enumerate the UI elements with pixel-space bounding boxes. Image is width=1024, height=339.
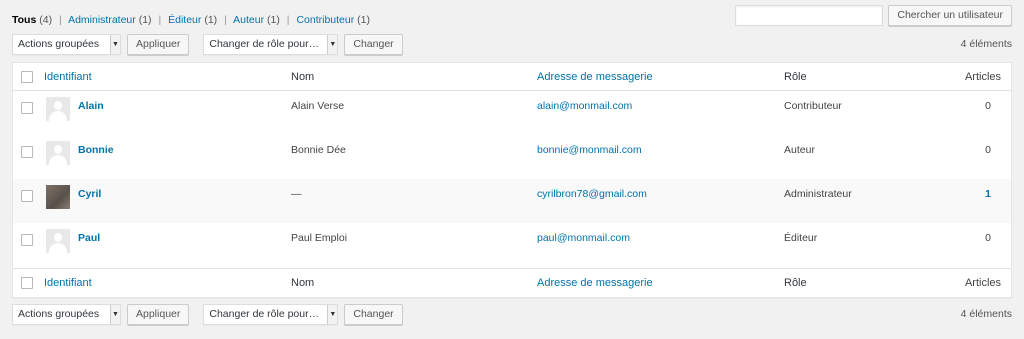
user-posts-count: 0 [985,232,991,244]
filter-editor[interactable]: Éditeur [168,14,201,26]
row-checkbox[interactable] [21,190,33,202]
table-row: Cyril — cyrilbron78@gmail.com Administra… [13,179,1011,223]
username-link[interactable]: Alain [78,100,104,112]
filter-author[interactable]: Auteur [233,14,264,26]
column-username-sort[interactable]: Identifiant [44,277,92,289]
table-row: Paul Paul Emploi paul@monmail.com Éditeu… [13,223,1011,267]
row-checkbox[interactable] [21,146,33,158]
table-row: Alain Alain Verse alain@monmail.com Cont… [13,91,1011,135]
table-row: Bonnie Bonnie Dée bonnie@monmail.com Aut… [13,135,1011,179]
filter-separator: | [286,14,290,26]
filter-administrator-count: (1) [138,14,152,26]
filter-editor-count: (1) [204,14,218,26]
chevron-down-icon: ▼ [327,304,338,324]
chevron-down-icon: ▼ [110,34,120,54]
username-link[interactable]: Bonnie [78,144,114,156]
user-posts-link[interactable]: 1 [985,188,991,200]
filter-separator: | [158,14,162,26]
change-role-select[interactable]: Changer de rôle pour… ▼ [203,303,339,325]
user-email-link[interactable]: paul@monmail.com [537,232,630,244]
tablenav-top: Actions groupées ▼ Appliquer Changer de … [12,33,1012,55]
user-posts-count: 0 [985,144,991,156]
select-all-checkbox[interactable] [21,277,33,289]
user-role: Contributeur [784,100,842,112]
bulk-actions-selected: Actions groupées [18,308,100,320]
bulk-actions-select[interactable]: Actions groupées ▼ [12,33,121,55]
column-name: Nom [291,71,315,83]
column-name: Nom [291,277,315,289]
apply-button[interactable]: Appliquer [127,33,190,55]
column-username-sort[interactable]: Identifiant [44,71,92,83]
filter-author-count: (1) [267,14,280,26]
user-posts-count: 0 [985,100,991,112]
username-link[interactable]: Cyril [78,188,101,200]
photo-avatar-icon [46,185,70,209]
bulk-actions-select[interactable]: Actions groupées ▼ [12,303,121,325]
user-name: — [291,188,302,200]
filter-contributor-count: (1) [357,14,370,26]
user-role: Éditeur [784,232,818,244]
default-avatar-icon [46,229,70,253]
column-posts: Articles [964,277,1001,289]
tablenav-bottom: Actions groupées ▼ Appliquer Changer de … [12,303,1012,325]
item-count: 4 éléments [960,308,1012,320]
username-link[interactable]: Paul [78,232,100,244]
row-checkbox[interactable] [21,102,33,114]
filter-all[interactable]: Tous [12,14,36,26]
chevron-down-icon: ▼ [327,34,338,54]
change-role-select[interactable]: Changer de rôle pour… ▼ [203,33,339,55]
column-email-sort[interactable]: Adresse de messagerie [537,71,653,83]
users-table: Identifiant Nom Adresse de messagerie Rô… [12,62,1012,298]
column-email-sort[interactable]: Adresse de messagerie [537,277,653,289]
column-role: Rôle [784,277,807,289]
table-footer-row: Identifiant Nom Adresse de messagerie Rô… [13,268,1011,297]
search-users-button[interactable]: Chercher un utilisateur [888,5,1012,26]
user-name: Paul Emploi [291,232,348,244]
bulk-actions-selected: Actions groupées [18,38,100,50]
column-role: Rôle [784,71,807,83]
apply-button[interactable]: Appliquer [127,303,190,325]
default-avatar-icon [46,97,70,121]
filter-separator: | [224,14,227,26]
filter-all-count: (4) [39,14,53,26]
user-name: Alain Verse [291,100,345,112]
user-email-link[interactable]: alain@monmail.com [537,100,632,112]
user-email-link[interactable]: bonnie@monmail.com [537,144,642,156]
column-posts: Articles [964,71,1001,83]
user-email-link[interactable]: cyrilbron78@gmail.com [537,188,647,200]
filter-administrator[interactable]: Administrateur [68,14,136,26]
user-role: Administrateur [784,188,852,200]
filter-contributor[interactable]: Contributeur [296,14,354,26]
user-name: Bonnie Dée [291,144,346,156]
chevron-down-icon: ▼ [110,304,120,324]
filter-separator: | [59,14,62,26]
row-checkbox[interactable] [21,234,33,246]
user-role: Auteur [784,144,815,156]
search-input[interactable] [735,5,884,26]
item-count: 4 éléments [960,38,1012,50]
select-all-checkbox[interactable] [21,71,33,83]
change-role-button[interactable]: Changer [344,303,403,325]
change-role-button[interactable]: Changer [344,33,403,55]
table-header-row: Identifiant Nom Adresse de messagerie Rô… [13,63,1011,91]
change-role-selected: Changer de rôle pour… [209,38,320,50]
default-avatar-icon [46,141,70,165]
role-filter-links: Tous (4) | Administrateur (1) | Éditeur … [12,14,370,26]
change-role-selected: Changer de rôle pour… [209,308,320,320]
user-search: Chercher un utilisateur [735,5,1012,26]
